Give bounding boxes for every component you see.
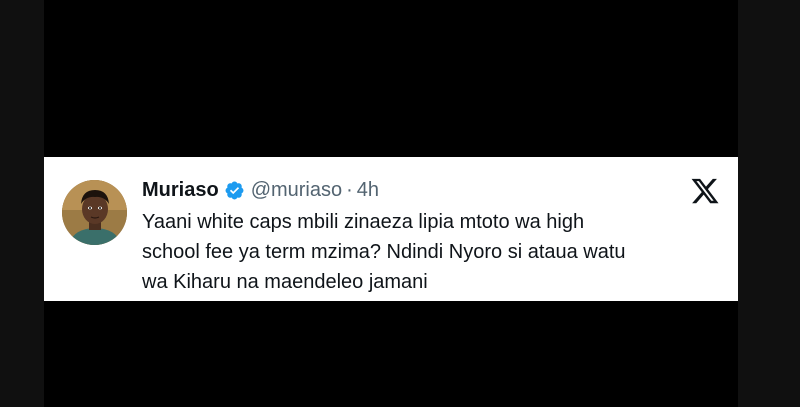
tweet-text-line: wa Kiharu na maendeleo jamani xyxy=(142,271,428,293)
timestamp[interactable]: 4h xyxy=(357,179,379,202)
x-logo-icon xyxy=(691,178,719,204)
display-name[interactable]: Muriaso xyxy=(142,179,219,202)
avatar-portrait-icon xyxy=(62,180,127,245)
user-handle[interactable]: @muriaso xyxy=(251,179,342,202)
tweet-header: Muriaso @muriaso · 4h xyxy=(142,175,379,205)
tweet-text: Yaani white caps mbili zinaeza lipia mto… xyxy=(142,207,702,297)
separator-dot: · xyxy=(346,178,353,201)
right-margin xyxy=(738,0,800,407)
tweet-text-line: Yaani white caps mbili zinaeza lipia mto… xyxy=(142,211,585,233)
avatar[interactable] xyxy=(62,180,127,245)
screenshot-frame: Muriaso @muriaso · 4h Yaani white caps m… xyxy=(0,0,800,407)
verified-badge-icon xyxy=(225,181,244,199)
tweet-text-line: school fee ya term mzima? Ndindi Nyoro s… xyxy=(142,241,626,263)
tweet-card[interactable]: Muriaso @muriaso · 4h Yaani white caps m… xyxy=(44,157,738,301)
left-margin xyxy=(0,0,44,407)
